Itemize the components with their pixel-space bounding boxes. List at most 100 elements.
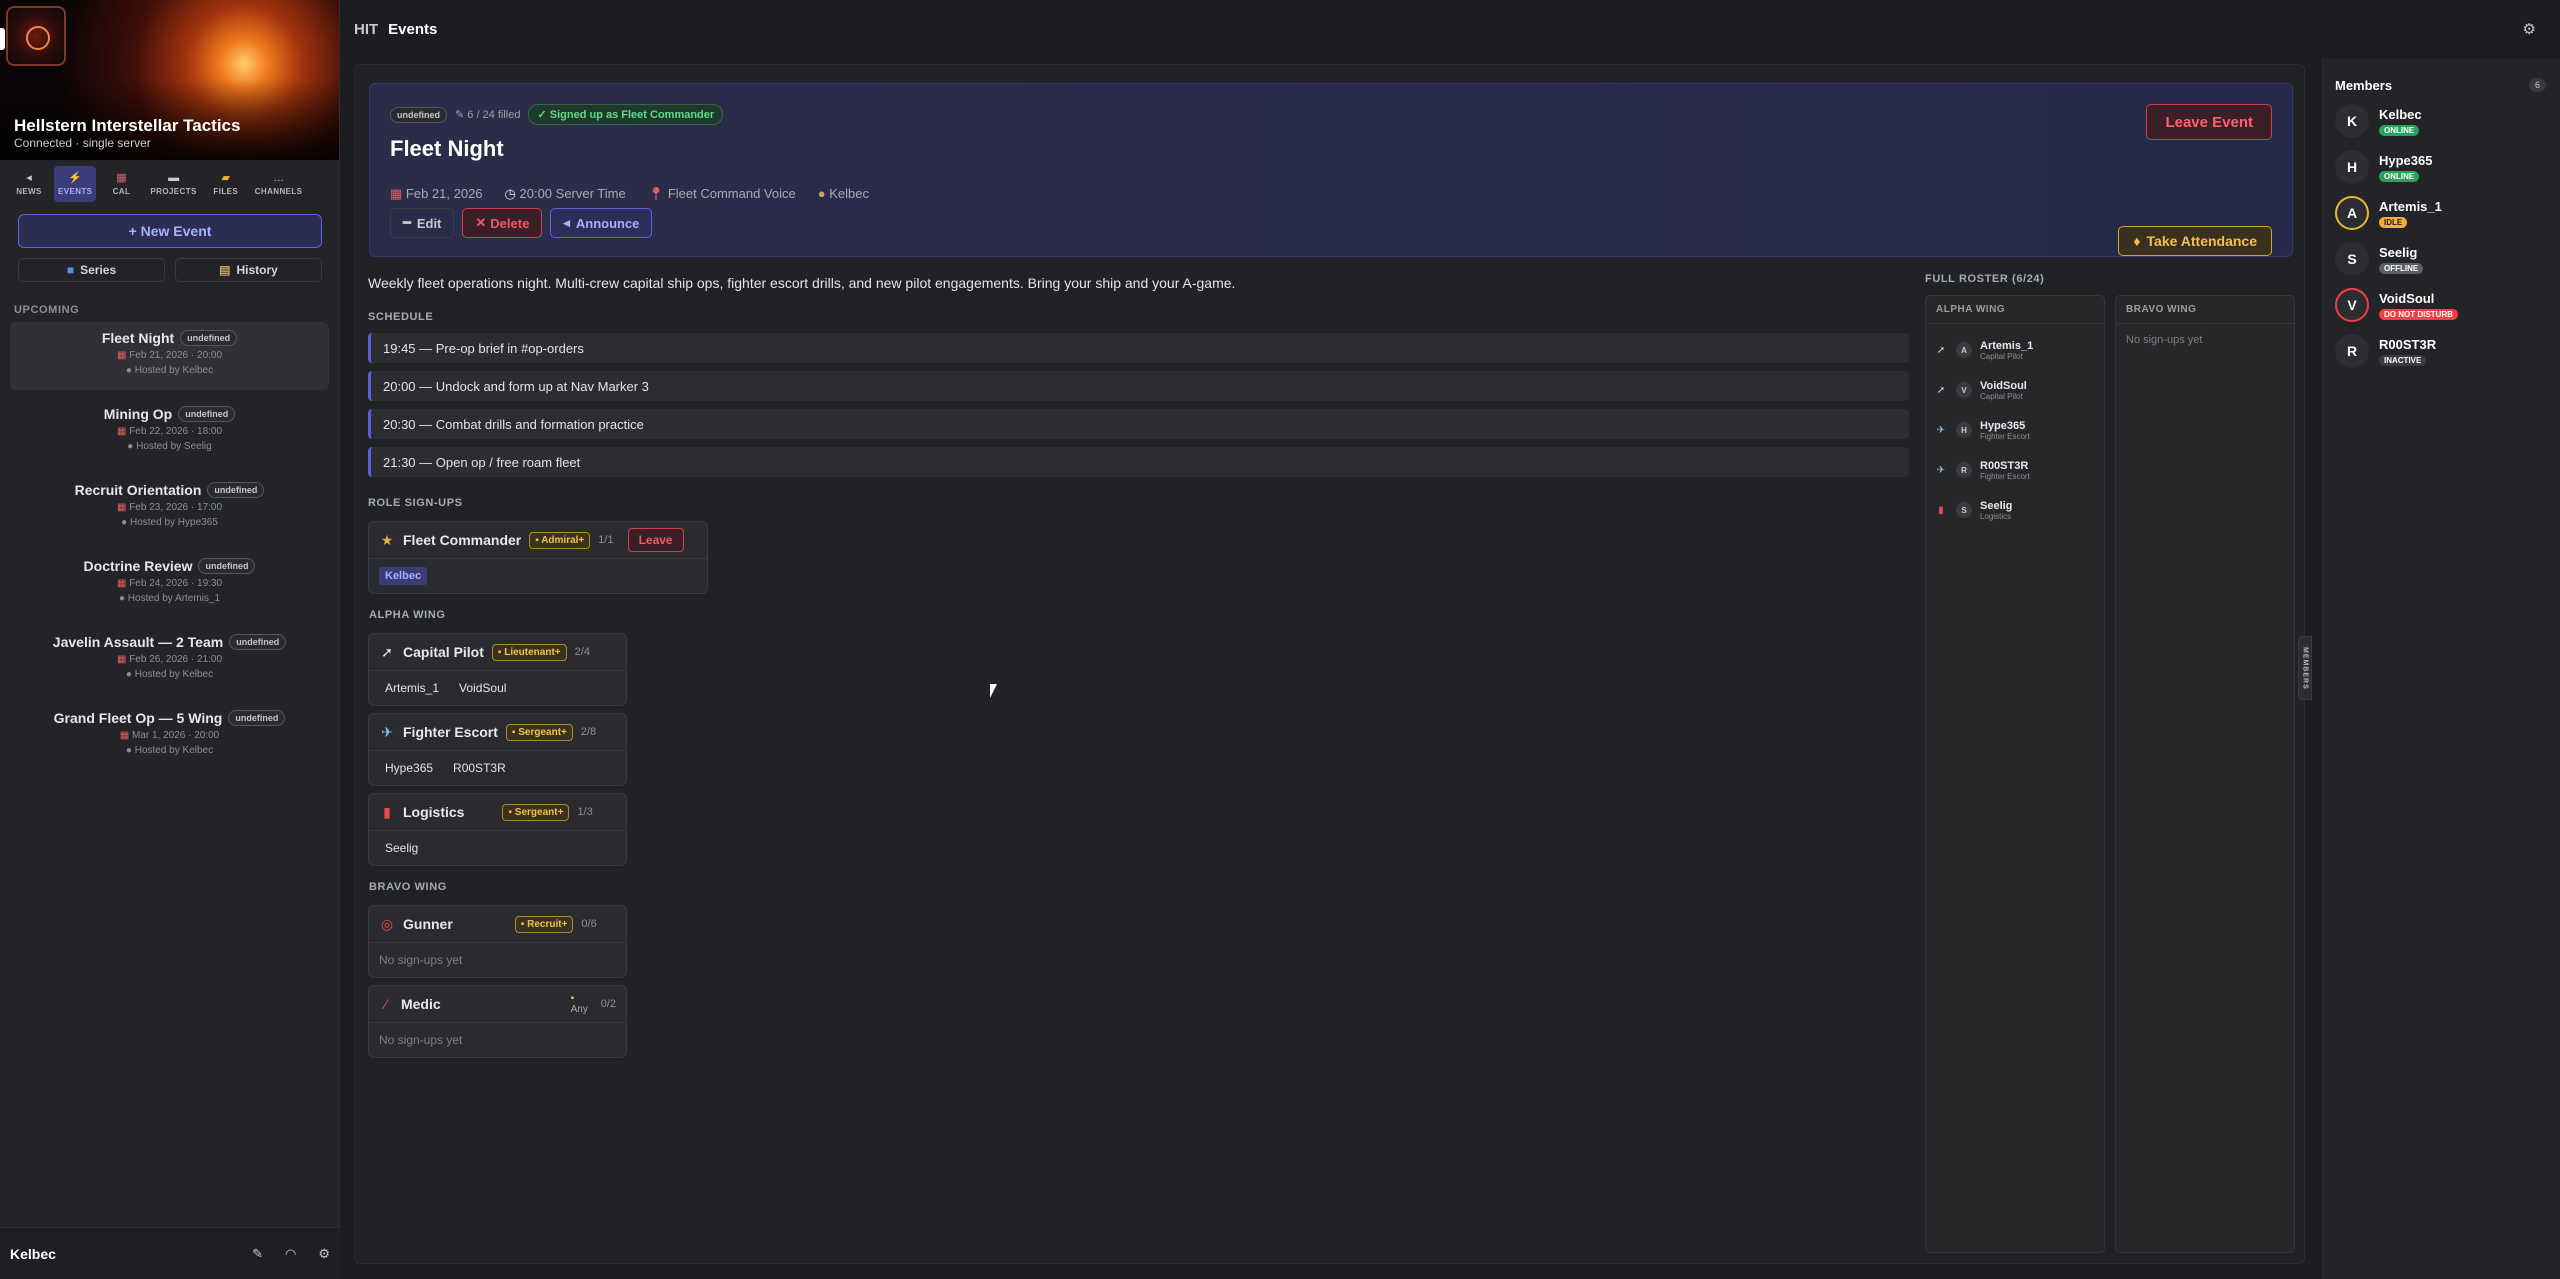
avatar: R — [2335, 334, 2369, 368]
section-nav: ◂ NEWS ⚡ EVENTS ▦ CAL ▬ PROJECTS ▰ FILES … CHA… — [0, 160, 339, 206]
nav-files[interactable]: ▰ FILES — [205, 166, 247, 202]
leave-event-button[interactable]: Leave Event — [2146, 104, 2272, 140]
event-host: ● Hosted by Kelbec — [125, 669, 214, 680]
avatar: V — [1956, 382, 1972, 398]
members-panel: Members 6 K Kelbec ONLINE H Hype365 ONLINE A… — [2322, 58, 2560, 1279]
role-signups-label: ROLE SIGN-UPS — [368, 497, 463, 509]
empty-signups: No sign-ups yet — [2126, 334, 2203, 346]
roster-alpha-column: ALPHA WING ➚ A Artemis_1 Capital Pilot ➚ V Vo… — [1925, 295, 2105, 1253]
history-button[interactable]: ▤ History — [175, 258, 322, 282]
role-card-medic: ⁄ Medic ▪ Any 0/2 No sign-ups yet — [368, 985, 627, 1058]
clock-icon: ◷ — [504, 186, 520, 201]
status-badge: ONLINE — [2379, 124, 2420, 136]
person-icon: ● — [125, 669, 135, 680]
slot-count: 2/8 — [580, 726, 597, 738]
member-item[interactable]: S Seelig OFFLINE — [2323, 236, 2560, 282]
plane-icon: ✈ — [1936, 424, 1946, 436]
slot-count: 0/2 — [600, 998, 616, 1010]
slot-count: 0/6 — [581, 918, 597, 930]
close-icon: ✕ — [475, 215, 487, 230]
role-card-gunner: ◎ Gunner ▪ Recruit+ 0/6 No sign-ups yet — [368, 905, 627, 978]
folder-icon: ▰ — [221, 172, 230, 184]
member-item[interactable]: K Kelbec ONLINE — [2323, 98, 2560, 144]
roster-column-title: ALPHA WING — [1926, 296, 2104, 324]
event-list-item[interactable]: Grand Fleet Op — 5 Wing undefined ▦ Mar 1… — [10, 702, 329, 770]
calendar-icon: ▦ — [116, 502, 130, 513]
filled-count: ✎ 6 / 24 filled — [455, 109, 521, 121]
rocket-icon: ➚ — [381, 643, 393, 660]
event-description: Weekly fleet operations night. Multi-cre… — [368, 275, 1236, 291]
star-icon: ★ — [380, 531, 394, 548]
roster-entry[interactable]: ✈ R R00ST3R Fighter Escort — [1926, 450, 2104, 490]
event-list-item[interactable]: Recruit Orientation undefined ▦ Feb 23, 2… — [10, 474, 329, 542]
person-icon: ● — [125, 365, 135, 376]
top-bar: HIT Events ⚙ — [340, 0, 2560, 58]
chat-icon: … — [273, 172, 285, 184]
edit-button[interactable]: ━ Edit — [390, 208, 455, 238]
event-location: 📍︎ Fleet Command Voice — [647, 186, 796, 201]
event-list-item[interactable]: Javelin Assault — 2 Team undefined ▦ Feb … — [10, 626, 329, 694]
event-host: ● Kelbec — [817, 186, 869, 201]
fuel-icon: ▮ — [383, 803, 391, 820]
mouse-cursor — [990, 684, 997, 698]
series-button[interactable]: ■ Series — [18, 258, 165, 282]
take-attendance-button[interactable]: ♦ Take Attendance — [2118, 226, 2272, 256]
user-panel: Kelbec ✎ ◠ ⚙ — [0, 1227, 340, 1279]
event-list-item[interactable]: Fleet Night undefined ▦ Feb 21, 2026 · 20… — [10, 322, 329, 390]
gear-icon[interactable]: ⚙ — [318, 1246, 330, 1262]
new-event-button[interactable]: + New Event — [18, 214, 322, 248]
person-icon: ● — [127, 441, 137, 452]
server-banner: Hellstern Interstellar Tactics Connected… — [0, 0, 339, 160]
roster-entry[interactable]: ➚ V VoidSoul Capital Pilot — [1926, 370, 2104, 410]
syringe-icon: ⁄ — [384, 996, 388, 1012]
person-icon: ● — [125, 745, 135, 756]
schedule-item: 20:30 — Combat drills and formation prac… — [368, 409, 1909, 439]
member-item[interactable]: R R00ST3R INACTIVE — [2323, 328, 2560, 374]
member-item[interactable]: H Hype365 ONLINE — [2323, 144, 2560, 190]
schedule-label: SCHEDULE — [368, 311, 434, 323]
nav-channels[interactable]: … CHANNELS — [251, 166, 307, 202]
signup-chip: Hype365 — [385, 760, 434, 775]
server-logo[interactable] — [6, 6, 66, 66]
event-date: ▦ Feb 22, 2026 · 18:00 — [116, 426, 223, 437]
nav-news[interactable]: ◂ NEWS — [8, 166, 50, 202]
roster-bravo-column: BRAVO WING No sign-ups yet — [2115, 295, 2295, 1253]
gear-icon[interactable]: ⚙ — [2523, 20, 2536, 38]
event-host: ● Hosted by Artemis_1 — [118, 593, 221, 604]
avatar: S — [1956, 502, 1972, 518]
signup-chip: Seelig — [385, 840, 419, 855]
nav-events[interactable]: ⚡ EVENTS — [54, 166, 97, 202]
members-toggle-tab[interactable]: MEMBERS — [2298, 636, 2312, 700]
rank-badge: ▪ Sergeant+ — [502, 803, 570, 821]
event-list-item[interactable]: Mining Op undefined ▦ Feb 22, 2026 · 18:0… — [10, 398, 329, 466]
event-host: ● Hosted by Kelbec — [125, 745, 214, 756]
rocket-icon: ➚ — [1936, 384, 1946, 396]
avatar: R — [1956, 462, 1972, 478]
roster-column-title: BRAVO WING — [2116, 296, 2294, 324]
status-badge: IDLE — [2379, 216, 2408, 228]
event-date: ▦ Feb 21, 2026 · 20:00 — [116, 350, 223, 361]
delete-button[interactable]: ✕ Delete — [462, 208, 543, 238]
calendar-icon: ▦ — [116, 578, 130, 589]
avatar: S — [2335, 242, 2369, 276]
roster-entry[interactable]: ➚ A Artemis_1 Capital Pilot — [1926, 330, 2104, 370]
calendar-icon: ▦ — [116, 426, 130, 437]
avatar: A — [1956, 342, 1972, 358]
roster-entry[interactable]: ✈ H Hype365 Fighter Escort — [1926, 410, 2104, 450]
selected-server-marker — [0, 28, 5, 50]
event-list-item[interactable]: Doctrine Review undefined ▦ Feb 24, 2026 … — [10, 550, 329, 618]
member-item[interactable]: V VoidSoul DO NOT DISTURB — [2323, 282, 2560, 328]
roster-entry[interactable]: ▮ S Seelig Logistics — [1926, 490, 2104, 530]
event-type-badge: undefined — [180, 330, 238, 346]
leave-role-button[interactable]: Leave — [627, 528, 684, 552]
headphones-icon[interactable]: ◠ — [285, 1246, 296, 1262]
empty-signups: No sign-ups yet — [379, 1032, 463, 1047]
avatar: K — [2335, 104, 2369, 138]
nav-projects[interactable]: ▬ PROJECTS — [146, 166, 200, 202]
member-item[interactable]: A Artemis_1 IDLE — [2323, 190, 2560, 236]
target-icon: ◎ — [380, 915, 394, 932]
nav-cal[interactable]: ▦ CAL — [100, 166, 142, 202]
announce-button[interactable]: ◂ Announce — [550, 208, 653, 238]
microphone-icon[interactable]: ✎ — [252, 1246, 263, 1262]
calendar-icon: ▦ — [116, 350, 130, 361]
